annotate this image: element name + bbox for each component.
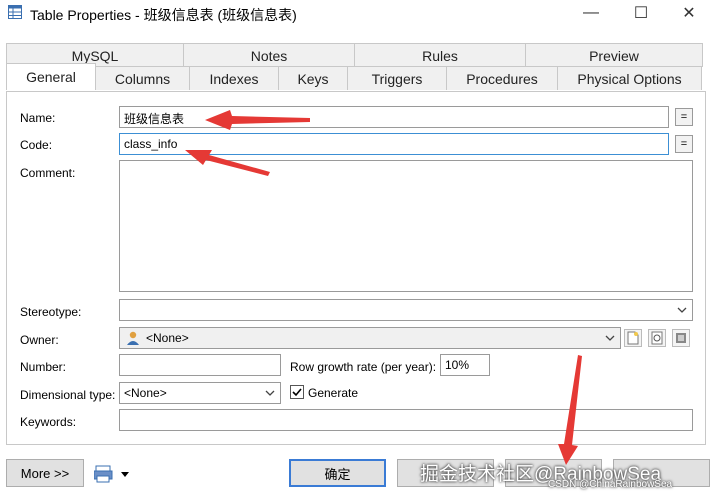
arrow-to-code (185, 150, 270, 176)
annotation-arrows (185, 110, 582, 465)
arrow-to-name (205, 110, 310, 130)
arrow-to-ok (558, 355, 582, 465)
watermark-subtext: CSDN @ChinaRainbowSea (548, 479, 673, 490)
